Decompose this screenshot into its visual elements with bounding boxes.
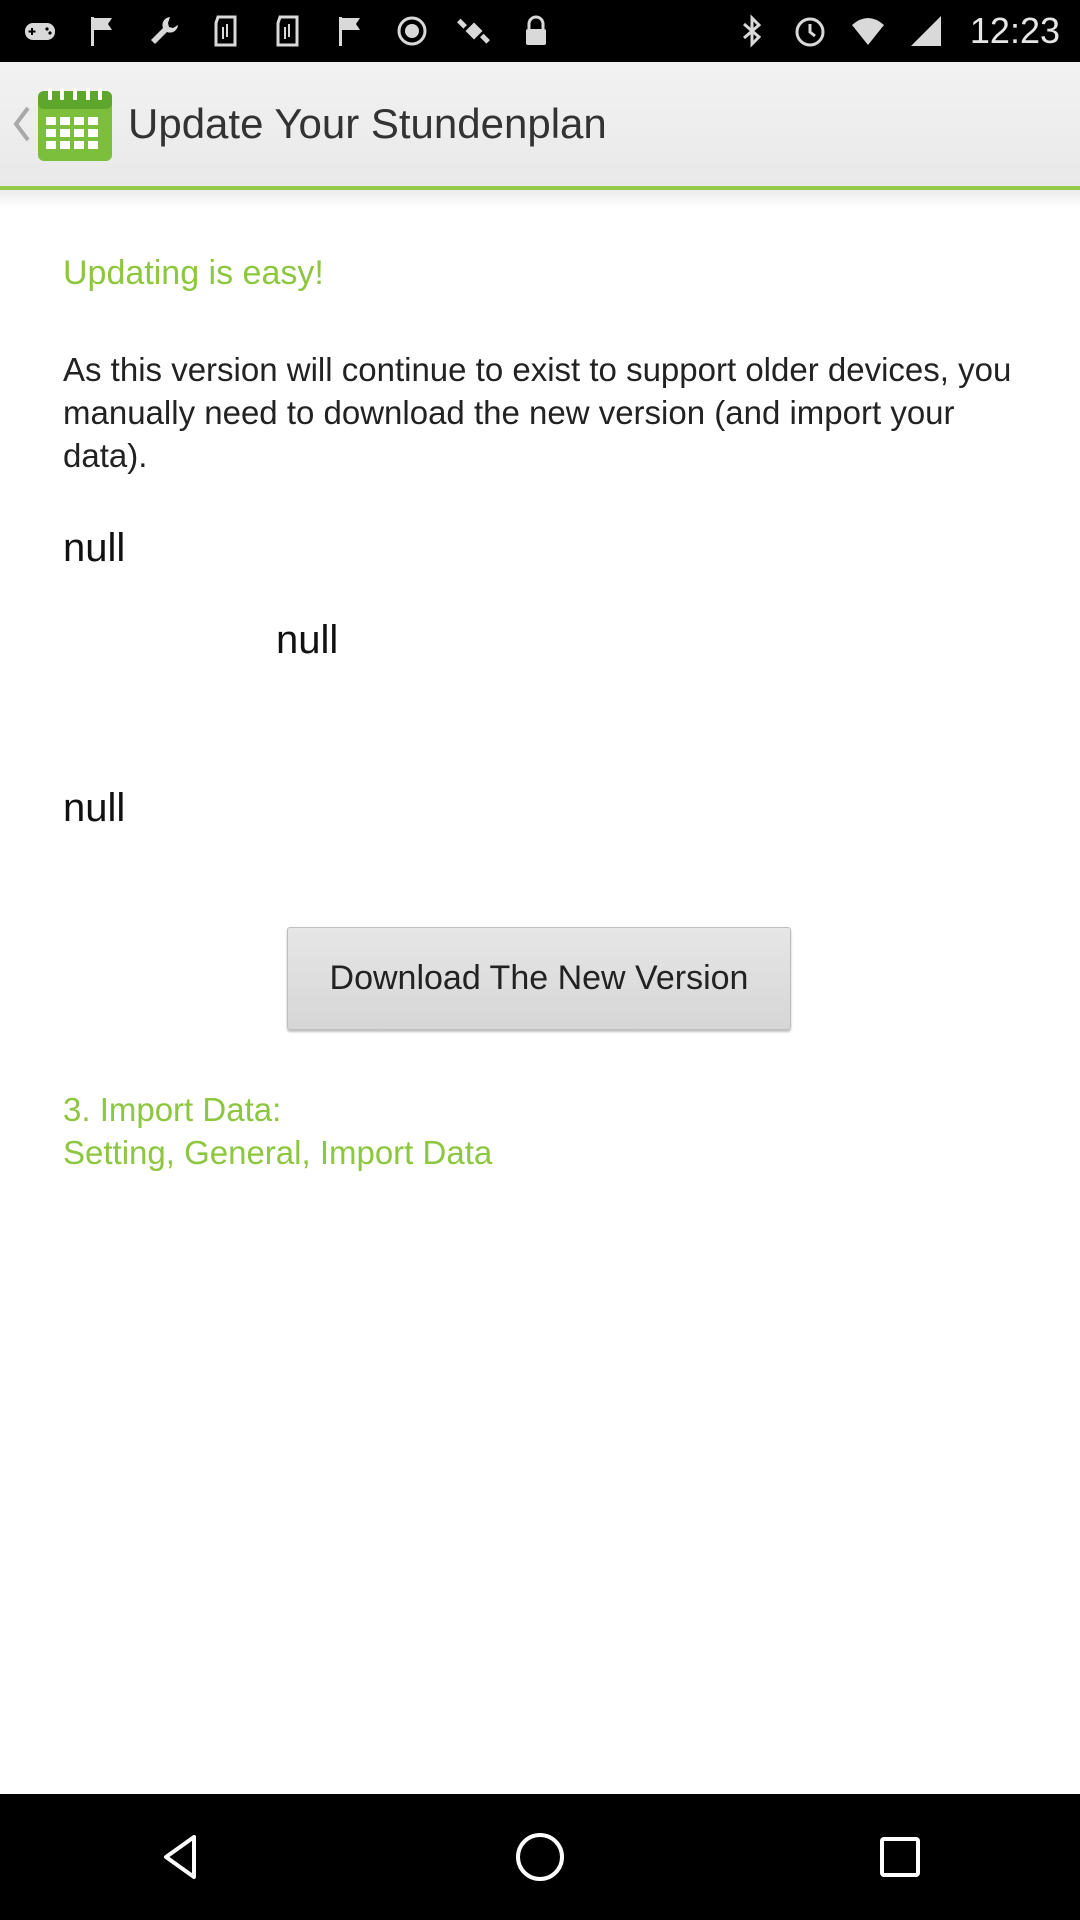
status-bar: 12:23 [0, 0, 1080, 62]
nav-home-button[interactable] [480, 1807, 600, 1907]
up-button[interactable] [0, 62, 114, 186]
alarm-icon [792, 13, 828, 49]
null-text-1: null [63, 526, 126, 570]
wifi-icon [850, 13, 886, 49]
sd-card-icon [270, 13, 306, 49]
import-instructions: 3. Import Data: Setting, General, Import… [63, 1088, 492, 1174]
action-bar: Update Your Stundenplan [0, 62, 1080, 186]
action-bar-shadow [0, 190, 1080, 208]
status-time: 12:23 [969, 10, 1060, 51]
navigation-bar [0, 1794, 1080, 1920]
null-text-3: null [63, 786, 126, 830]
import-line-1: 3. Import Data: [63, 1091, 282, 1128]
home-icon [516, 1833, 564, 1881]
gps-icon [456, 13, 492, 49]
nav-recents-button[interactable] [840, 1807, 960, 1907]
back-icon [164, 1835, 196, 1879]
flag-icon [84, 13, 120, 49]
section-heading: Updating is easy! [63, 254, 324, 292]
null-text-2: null [276, 618, 339, 662]
description-text: As this version will continue to exist t… [63, 351, 1012, 474]
signal-icon [908, 13, 944, 49]
recents-icon [880, 1837, 920, 1877]
download-new-version-button[interactable]: Download The New Version [287, 927, 791, 1030]
nav-back-button[interactable] [120, 1807, 240, 1907]
import-line-2: Setting, General, Import Data [63, 1134, 493, 1171]
wrench-icon [146, 13, 182, 49]
lock-icon [518, 13, 554, 49]
chevron-left-icon [13, 106, 30, 142]
calendar-icon [38, 88, 112, 161]
flag-icon [332, 13, 368, 49]
gamepad-icon [22, 13, 58, 49]
sd-card-icon [208, 13, 244, 49]
page-title: Update Your Stundenplan [128, 100, 607, 147]
status-left-icons [0, 0, 554, 62]
bluetooth-icon [734, 13, 770, 49]
circle-icon [394, 13, 430, 49]
status-right-icons: 12:23 [734, 0, 1080, 62]
